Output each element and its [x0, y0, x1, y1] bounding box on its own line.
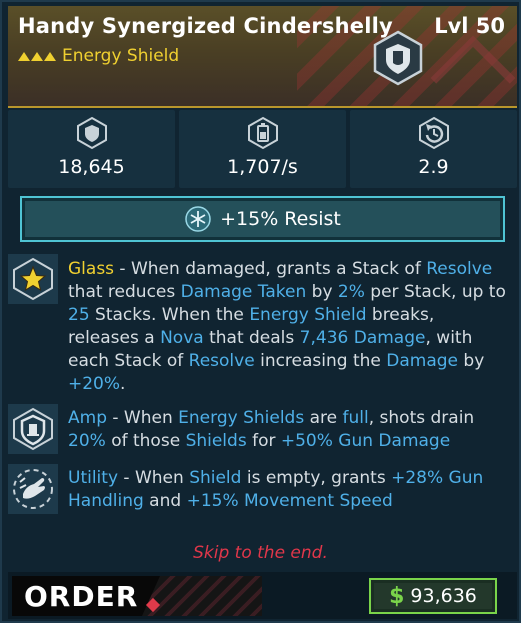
- perk-text-segment: increasing the: [254, 351, 387, 371]
- perk-text-segment: and: [143, 491, 187, 511]
- manufacturer-logo: ORDER: [12, 576, 262, 616]
- perk-text-segment: full: [342, 408, 369, 428]
- perk-text-segment: Energy Shield: [249, 305, 367, 325]
- perk-text-segment: , shots drain: [368, 408, 475, 428]
- stat-recharge-delay-value: 2.9: [418, 156, 449, 178]
- perk-utility-icon-box: [8, 464, 58, 514]
- stat-capacity-value: 18,645: [58, 156, 125, 178]
- stat-capacity: 18,645: [8, 110, 175, 188]
- perk-text-segment: by: [458, 351, 485, 371]
- item-header: Handy Synergized Cindershelly Lvl 50 Ene…: [8, 6, 517, 108]
- perk-utility-text: Utility - When Shield is empty, grants +…: [68, 467, 509, 513]
- recharge-delay-icon: [418, 116, 449, 150]
- perk-text-segment: Energy Shields: [178, 408, 305, 428]
- perk-text-segment: Stacks. When the: [89, 305, 250, 325]
- energy-shield-icon: [373, 30, 423, 86]
- perk-utility: Utility - When Shield is empty, grants +…: [8, 464, 517, 516]
- perk-text-segment: Shields: [185, 431, 247, 451]
- glass-star-icon: [13, 257, 53, 301]
- perk-amp: Amp - When Energy Shields are full, shot…: [8, 404, 517, 456]
- item-footer: ORDER $ 93,636: [8, 572, 517, 619]
- utility-hand-icon: [13, 469, 53, 509]
- stat-recharge-rate: 1,707/s: [179, 110, 346, 188]
- perk-text-segment: Resolve: [426, 259, 493, 279]
- price-box: $ 93,636: [369, 578, 497, 614]
- perk-text-segment: .: [120, 374, 126, 394]
- perk-text-segment: +50% Gun Damage: [280, 431, 451, 451]
- perk-text-segment: +20%: [68, 374, 121, 394]
- perk-text-segment: Shield: [189, 468, 242, 488]
- perk-text-segment: Resolve: [188, 351, 255, 371]
- perk-text-segment: - When: [118, 468, 190, 488]
- perk-text-segment: by: [306, 282, 338, 302]
- perk-text-segment: Damage Taken: [180, 282, 307, 302]
- perk-text-segment: +15% Movement Speed: [186, 491, 393, 511]
- item-card: Handy Synergized Cindershelly Lvl 50 Ene…: [0, 0, 521, 623]
- recharge-rate-icon: [247, 116, 278, 150]
- perk-text-segment: 2%: [337, 282, 365, 302]
- elemental-resist-banner: +15% Resist: [20, 196, 505, 242]
- perk-text-segment: that deals: [203, 328, 300, 348]
- price-value: 93,636: [410, 585, 477, 607]
- perk-text-segment: 7,436 Damage: [299, 328, 426, 348]
- perk-text-segment: Damage: [386, 351, 459, 371]
- perk-text-segment: Amp: [68, 408, 107, 428]
- perk-text-segment: of those: [105, 431, 186, 451]
- perk-text-segment: 20%: [68, 431, 106, 451]
- perk-text-segment: are: [304, 408, 343, 428]
- perk-text-segment: Nova: [160, 328, 204, 348]
- perk-text-segment: Glass: [68, 259, 115, 279]
- perk-text-segment: per Stack, up to: [364, 282, 506, 302]
- perk-text-segment: that reduces: [68, 282, 181, 302]
- resist-label: +15% Resist: [220, 208, 341, 230]
- shield-capacity-icon: [76, 116, 107, 150]
- perk-amp-icon-box: [8, 404, 58, 454]
- item-type-label: Energy Shield: [62, 46, 180, 66]
- item-level: Lvl 50: [434, 14, 505, 38]
- perk-text-segment: 25: [68, 305, 90, 325]
- perk-text-segment: for: [246, 431, 281, 451]
- rarity-chevrons-icon: [18, 52, 56, 61]
- perk-text-segment: is empty, grants: [241, 468, 392, 488]
- perk-text-segment: - When: [106, 408, 179, 428]
- currency-dollar-icon: $: [389, 583, 405, 609]
- perk-amp-text: Amp - When Energy Shields are full, shot…: [68, 407, 509, 453]
- manufacturer-pattern-decoration: [142, 576, 262, 616]
- skip-to-end-link[interactable]: Skip to the end.: [2, 543, 519, 563]
- perk-glass: Glass - When damaged, grants a Stack of …: [8, 254, 517, 396]
- perk-glass-icon-box: [8, 254, 58, 304]
- manufacturer-name: ORDER: [24, 580, 139, 613]
- perk-text-segment: Utility: [68, 468, 119, 488]
- perk-text-segment: - When damaged, grants a Stack of: [114, 259, 427, 279]
- stat-recharge-rate-value: 1,707/s: [227, 156, 298, 178]
- item-type: Energy Shield: [18, 46, 179, 66]
- item-name: Handy Synergized Cindershelly: [18, 14, 393, 38]
- stats-row: 18,645 1,707/s 2.9: [8, 110, 517, 188]
- amp-shield-icon: [13, 407, 53, 451]
- stat-recharge-delay: 2.9: [350, 110, 517, 188]
- cryo-snowflake-icon: [185, 206, 211, 232]
- perk-glass-text: Glass - When damaged, grants a Stack of …: [68, 258, 509, 396]
